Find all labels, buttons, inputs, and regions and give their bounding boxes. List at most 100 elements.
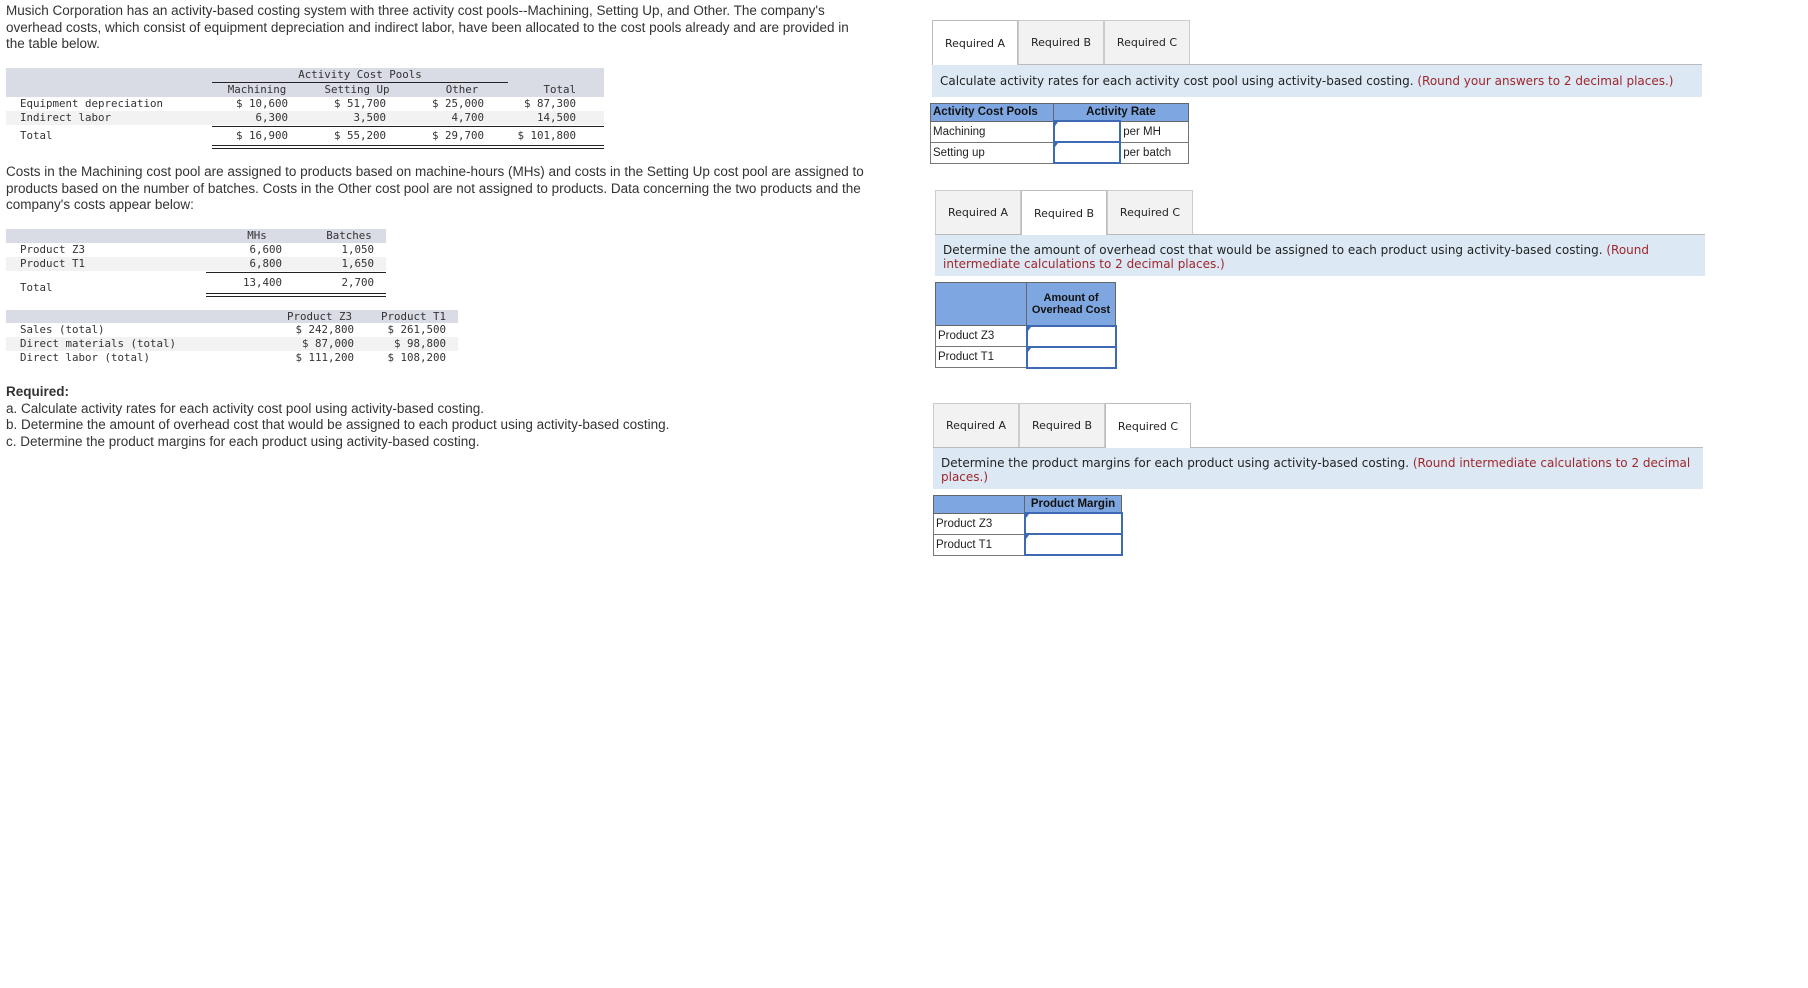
cell-value: $ 101,800 [517, 129, 576, 142]
cell-value: $ 16,900 [235, 129, 288, 142]
total-double-rule [206, 293, 386, 297]
intro-paragraph: Musich Corporation has an activity-based… [6, 3, 849, 51]
cell-value: $ 108,200 [387, 351, 446, 364]
tab-required-a[interactable]: Required A [935, 190, 1021, 234]
cell-value: $ 25,000 [431, 97, 484, 110]
cell-value: $ 261,500 [387, 323, 446, 336]
setting-up-rate-input[interactable] [1054, 143, 1120, 162]
required-item-a: a. Calculate activity rates for each act… [6, 400, 484, 416]
tab-required-c[interactable]: Required C [1104, 20, 1190, 64]
column-header: Machining [227, 83, 287, 96]
overhead-t1-input[interactable] [1027, 347, 1115, 367]
cell-value: $ 98,800 [393, 337, 446, 350]
tab-bar: Required A Required B Required C [933, 403, 1703, 448]
panel-required-b: Required A Required B Required C Determi… [935, 190, 1705, 369]
row-label: Total [20, 129, 53, 142]
cell-value: $ 51,700 [333, 97, 386, 110]
column-header: Activity Rate [1053, 103, 1189, 122]
product-data-table: Product Z3 Product T1 Sales (total) $ 24… [6, 310, 458, 370]
subtotal-rule [212, 126, 604, 127]
required-heading: Required: [6, 384, 70, 399]
cell-value: 6,300 [255, 111, 288, 124]
input-marker-icon [1054, 143, 1058, 147]
group-header: Activity Cost Pools [298, 68, 422, 81]
tab-required-c[interactable]: Required C [1107, 190, 1193, 234]
blank-header [933, 495, 1025, 514]
cell-value: $ 29,700 [431, 129, 484, 142]
header-line: Amount of [1043, 291, 1099, 304]
input-marker-icon [1025, 514, 1029, 518]
overhead-z3-input[interactable] [1027, 326, 1115, 346]
tab-required-b[interactable]: Required B [1021, 190, 1107, 235]
row-label: Indirect labor [20, 111, 112, 124]
cell-value: 2,700 [341, 276, 374, 289]
instruction-bar: Calculate activity rates for each activi… [932, 65, 1702, 97]
row-label: Equipment depreciation [20, 97, 164, 110]
row-label: Machining [930, 120, 1054, 143]
row-label: Product T1 [20, 257, 86, 270]
subtotal-rule [206, 272, 386, 273]
cell-value: 3,500 [353, 111, 386, 124]
unit-label: per MH [1119, 120, 1190, 143]
cell-value: 1,650 [341, 257, 374, 270]
column-header: Product T1 [380, 310, 446, 323]
machining-rate-input[interactable] [1054, 122, 1120, 141]
column-header: Setting Up [324, 83, 390, 96]
overhead-t1-cell [1025, 345, 1117, 369]
row-label: Setting up [930, 141, 1054, 164]
panel-required-a: Required A Required B Required C Calcula… [930, 20, 1702, 164]
column-header: Product Z3 [286, 310, 352, 323]
cell-value: $ 87,000 [301, 337, 354, 350]
margin-t1-cell [1023, 533, 1123, 556]
column-header: Batches [326, 229, 372, 242]
cell-value: 6,800 [249, 257, 282, 270]
activity-rate-table: Activity Cost Pools Activity Rate Machin… [930, 103, 1190, 164]
row-label: Product T1 [933, 533, 1025, 556]
required-item-c: c. Determine the product margins for eac… [6, 433, 480, 449]
tab-required-b[interactable]: Required B [1019, 403, 1105, 447]
row-label: Product Z3 [933, 512, 1025, 535]
input-marker-icon [1027, 347, 1031, 352]
required-section: Required: a. Calculate activity rates fo… [6, 384, 906, 450]
tab-required-b[interactable]: Required B [1018, 20, 1104, 64]
input-marker-icon [1025, 535, 1029, 539]
cell-value: $ 242,800 [295, 323, 354, 336]
instruction-bar: Determine the product margins for each p… [933, 448, 1703, 489]
total-double-rule [212, 145, 604, 149]
instruction-text: Calculate activity rates for each activi… [940, 74, 1414, 88]
cell-value: 14,500 [536, 111, 576, 124]
tab-bar: Required A Required B Required C [935, 190, 1705, 235]
column-header: Product Margin [1024, 495, 1122, 514]
margin-z3-cell [1023, 512, 1123, 535]
cell-value: 6,600 [249, 243, 282, 256]
tab-required-a[interactable]: Required A [933, 403, 1019, 447]
row-label: Direct materials (total) [20, 337, 177, 350]
instruction-text: Determine the product margins for each p… [941, 456, 1410, 470]
column-header: Total [543, 83, 576, 96]
tab-required-c[interactable]: Required C [1105, 403, 1191, 448]
row-label: Direct labor (total) [20, 351, 151, 364]
unit-label: per batch [1119, 141, 1190, 164]
cell-value: $ 111,200 [295, 351, 354, 364]
rounding-note: (Round your answers to 2 decimal places.… [1417, 74, 1674, 88]
product-margin-table: Product Margin Product Z3 Product T1 [933, 495, 1123, 556]
header-line: Overhead Cost [1031, 303, 1111, 316]
column-header: MHs [247, 229, 267, 242]
row-label: Total [20, 281, 53, 294]
setting-up-rate-cell [1052, 141, 1122, 164]
row-label: Product Z3 [935, 325, 1027, 347]
column-header: Activity Cost Pools [930, 103, 1054, 122]
allocation-paragraph: Costs in the Machining cost pool are ass… [6, 164, 864, 212]
tab-bar: Required A Required B Required C [932, 20, 1702, 65]
instruction-bar: Determine the amount of overhead cost th… [935, 235, 1705, 276]
cell-value: 13,400 [242, 276, 282, 289]
panel-required-c: Required A Required B Required C Determi… [933, 403, 1703, 556]
machining-rate-cell [1052, 120, 1122, 143]
required-item-b: b. Determine the amount of overhead cost… [6, 417, 670, 432]
instruction-text: Determine the amount of overhead cost th… [943, 243, 1603, 257]
margin-z3-input[interactable] [1025, 514, 1121, 533]
input-marker-icon [1054, 122, 1058, 126]
tab-required-a[interactable]: Required A [932, 20, 1018, 65]
margin-t1-input[interactable] [1025, 535, 1121, 554]
cell-value: $ 10,600 [235, 97, 288, 110]
